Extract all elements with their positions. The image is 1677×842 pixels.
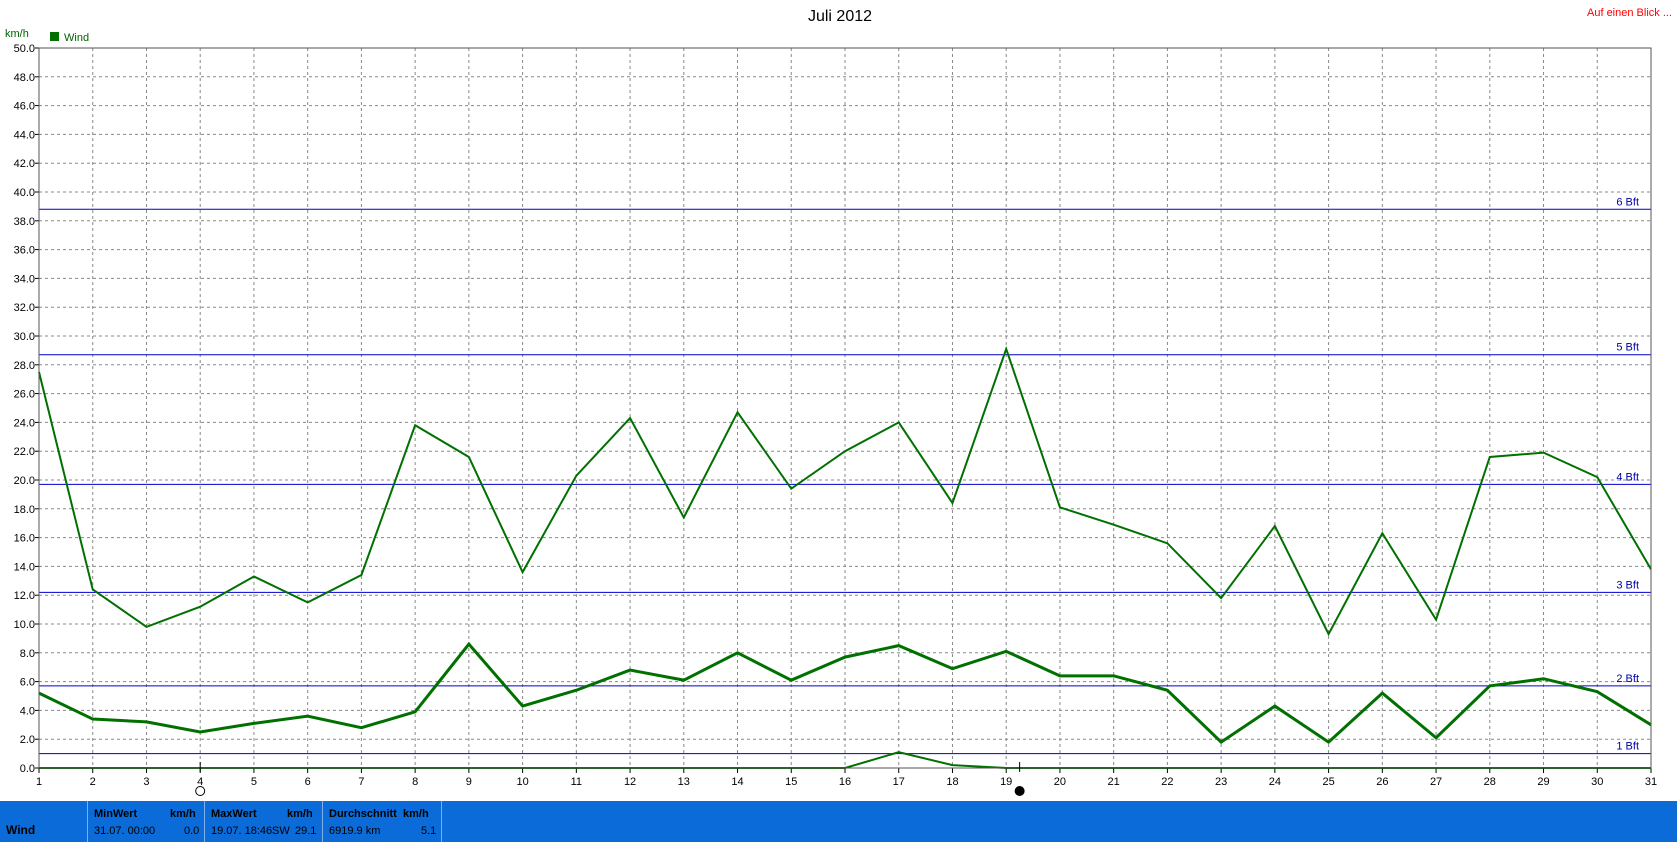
legend-label: Wind	[64, 32, 89, 44]
legend-swatch	[50, 32, 59, 41]
x-tick-label: 22	[1161, 776, 1173, 788]
y-tick-label: 30.0	[14, 331, 35, 343]
x-tick-label: 28	[1484, 776, 1496, 788]
y-tick-label: 20.0	[14, 475, 35, 487]
x-tick-label: 6	[305, 776, 311, 788]
full-moon-icon	[1014, 786, 1025, 796]
x-tick-label: 3	[143, 776, 149, 788]
y-tick-label: 24.0	[14, 417, 35, 429]
y-tick-label: 8.0	[20, 648, 35, 660]
x-tick-label: 8	[412, 776, 418, 788]
y-tick-label: 50.0	[14, 43, 35, 55]
x-tick-label: 10	[516, 776, 528, 788]
min-date: 31.07. 00:00	[94, 825, 156, 837]
chart-title: Juli 2012	[808, 8, 872, 25]
max-direction: SW	[272, 825, 290, 837]
beaufort-label: 6 Bft	[1616, 196, 1639, 208]
x-tick-label: 29	[1537, 776, 1549, 788]
min-unit: km/h	[170, 808, 196, 820]
beaufort-label: 1 Bft	[1616, 741, 1639, 753]
y-tick-label: 18.0	[14, 504, 35, 516]
beaufort-label: 2 Bft	[1616, 673, 1639, 685]
x-tick-label: 15	[785, 776, 797, 788]
x-tick-label: 9	[466, 776, 472, 788]
x-tick-label: 12	[624, 776, 636, 788]
min-header: MinWert	[94, 808, 138, 820]
x-tick-label: 16	[839, 776, 851, 788]
y-tick-label: 0.0	[20, 763, 35, 775]
stats-row-label: Wind	[6, 823, 36, 837]
y-tick-label: 48.0	[14, 72, 35, 84]
max-unit: km/h	[287, 808, 313, 820]
y-tick-label: 40.0	[14, 187, 35, 199]
y-tick-label: 42.0	[14, 158, 35, 170]
min-value: 0.0	[184, 825, 200, 837]
wind-chart: 1 Bft 2 Bft 3 Bft 4 Bft 5 Bft 6 Bft 0.0 2.0 4.0…	[5, 7, 1672, 796]
x-tick-label: 23	[1215, 776, 1227, 788]
beaufort-label: 3 Bft	[1616, 579, 1639, 591]
avg-total: 6919.9 km	[329, 825, 381, 837]
y-tick-label: 14.0	[14, 561, 35, 573]
x-tick-label: 31	[1645, 776, 1657, 788]
x-tick-label: 14	[731, 776, 743, 788]
x-tick-label: 26	[1376, 776, 1388, 788]
x-tick-label: 20	[1054, 776, 1066, 788]
max-header: MaxWert	[211, 808, 257, 820]
x-tick-label: 21	[1108, 776, 1120, 788]
y-tick-label: 4.0	[20, 705, 35, 717]
x-tick-label: 27	[1430, 776, 1442, 788]
beaufort-label: 5 Bft	[1616, 342, 1639, 354]
y-tick-label: 10.0	[14, 619, 35, 631]
y-unit-label: km/h	[5, 28, 29, 40]
stats-max-cell: MaxWert km/h 19.07. 18:46 SW 29.1	[204, 801, 321, 842]
y-tick-label: 22.0	[14, 446, 35, 458]
beaufort-label: 4 Bft	[1616, 471, 1639, 483]
overview-link[interactable]: Auf einen Blick ...	[1587, 7, 1672, 19]
y-tick-label: 16.0	[14, 533, 35, 545]
y-tick-label: 32.0	[14, 302, 35, 314]
x-tick-label: 1	[36, 776, 42, 788]
y-tick-label: 26.0	[14, 389, 35, 401]
stats-bar: Wind MinWert km/h 31.07. 00:00 0.0 MaxWe…	[0, 801, 1677, 842]
x-tick-label: 5	[251, 776, 257, 788]
x-tick-label: 30	[1591, 776, 1603, 788]
avg-value: 5.1	[421, 825, 437, 837]
y-tick-label: 34.0	[14, 273, 35, 285]
x-tick-label: 18	[946, 776, 958, 788]
y-tick-label: 6.0	[20, 677, 35, 689]
x-tick-label: 11	[571, 776, 582, 788]
stats-avg-cell: Durchschnitt km/h 6919.9 km 5.1	[322, 801, 442, 842]
series-line-min	[39, 751, 1651, 769]
new-moon-icon	[195, 786, 206, 796]
avg-unit: km/h	[403, 808, 429, 820]
y-tick-label: 36.0	[14, 245, 35, 257]
y-tick-label: 46.0	[14, 101, 35, 113]
x-tick-label: 17	[893, 776, 905, 788]
stats-min-cell: MinWert km/h 31.07. 00:00 0.0	[87, 801, 204, 842]
chart-axes: 0.0 2.0 4.0 6.0 8.0 10.0 12.0 14.0 16.0 18.0 20.0 2…	[14, 43, 1658, 788]
y-tick-label: 12.0	[14, 590, 35, 602]
x-tick-label: 19	[1000, 776, 1012, 788]
y-tick-label: 44.0	[14, 129, 35, 141]
y-tick-label: 2.0	[20, 734, 35, 746]
avg-header: Durchschnitt	[329, 808, 397, 820]
x-tick-label: 13	[678, 776, 690, 788]
max-date: 19.07. 18:46	[211, 825, 273, 837]
max-value: 29.1	[295, 825, 317, 837]
y-tick-label: 28.0	[14, 360, 35, 372]
x-tick-label: 7	[358, 776, 364, 788]
x-tick-label: 2	[90, 776, 96, 788]
chart-grid	[39, 48, 1651, 768]
x-tick-label: 24	[1269, 776, 1281, 788]
x-tick-label: 25	[1322, 776, 1334, 788]
y-tick-label: 38.0	[14, 216, 35, 228]
